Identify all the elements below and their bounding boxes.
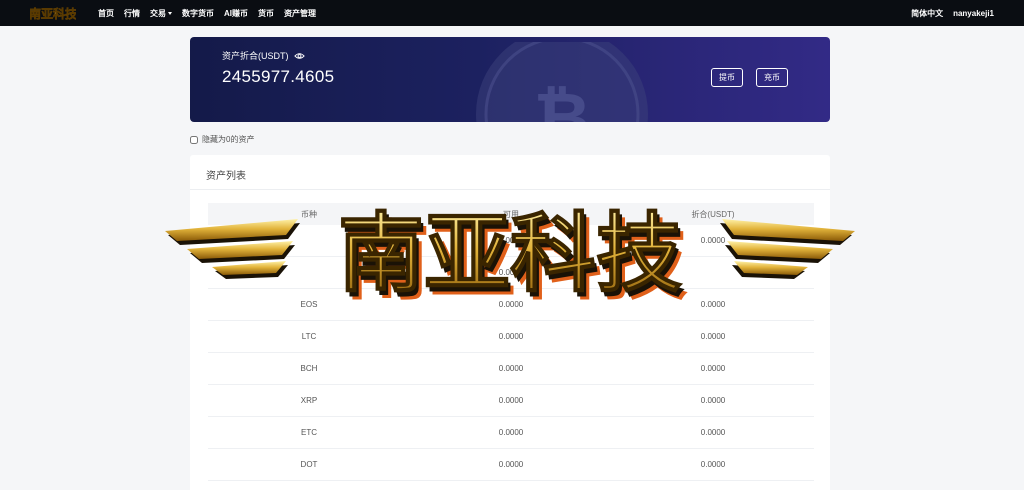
logo[interactable]: 南亚科技 [30,3,76,23]
table-row: XRP 0.0000 0.0000 [208,385,814,417]
wing-left-icon [165,219,300,279]
available-cell: 0.0000 [498,364,524,373]
balance-banner: ₿ 资产折合(USDT) 2455977.4605 提币 充币 [190,37,830,122]
eye-icon[interactable] [293,52,305,60]
available-cell: 0.0000 [498,396,524,405]
available-cell: 0.0000 [498,460,524,469]
nav-currency[interactable]: 货币 [258,8,274,19]
usdt-cell: 0.0000 [700,364,726,373]
coin-cell: DOT [300,460,318,469]
balance-label-row: 资产折合(USDT) [222,49,305,62]
nav-digital-currency-label: 数字货币 [182,8,214,18]
nav-trade[interactable]: 交易 [150,8,172,19]
coin-cell: BCH [300,364,318,373]
chevron-down-icon [168,11,172,15]
top-navbar: 南亚科技 首页 行情 交易 数字货币 AI赚币 货币 资产管理 简体中文 nan… [0,0,1024,26]
nav-asset-management[interactable]: 资产管理 [284,8,316,19]
nav-market-label: 行情 [124,8,140,18]
bitcoin-coin-icon: ₿ [476,42,648,122]
user-menu[interactable]: nanyakeji1 [953,9,994,18]
balance-label: 资产折合(USDT) [222,51,289,61]
usdt-cell: 0.0000 [700,428,726,437]
watermark-text: 南亚科技 [338,204,682,304]
table-row: ETC 0.0000 0.0000 [208,417,814,449]
hide-zero-filter[interactable]: 隐藏为0的资产 [190,134,254,145]
coin-cell: XRP [300,396,318,405]
nav-home-label: 首页 [98,8,114,18]
balance-value: 2455977.4605 [222,67,335,86]
table-row: LTC 0.0000 0.0000 [208,321,814,353]
nav-right: 简体中文 nanyakeji1 [911,0,994,26]
watermark: 南亚科技 南亚科技 南亚科技 [165,203,855,305]
available-cell: 0.0000 [498,332,524,341]
language-switch[interactable]: 简体中文 [911,8,943,19]
nav-currency-label: 货币 [258,8,274,18]
usdt-cell: 0.0000 [700,396,726,405]
logo-text: 南亚科技 [30,6,76,21]
table-row: DOT 0.0000 0.0000 [208,449,814,481]
usdt-cell: 0.0000 [700,332,726,341]
nav-asset-management-label: 资产管理 [284,8,316,18]
nav-market[interactable]: 行情 [124,8,140,19]
nav-digital-currency[interactable]: 数字货币 [182,8,214,19]
svg-text:₿: ₿ [533,77,590,122]
withdraw-button[interactable]: 提币 [711,68,743,87]
wing-right-icon [720,219,855,279]
nav-ai-earn-label: AI赚币 [224,8,248,18]
divider [190,189,830,190]
coin-cell: ETC [301,428,317,437]
main-nav: 首页 行情 交易 数字货币 AI赚币 货币 资产管理 [98,0,316,26]
usdt-cell: 0.0000 [700,460,726,469]
available-cell: 0.0000 [498,428,524,437]
deposit-button[interactable]: 充币 [756,68,788,87]
nav-home[interactable]: 首页 [98,8,114,19]
coin-cell: LTC [301,332,317,341]
hide-zero-checkbox[interactable] [190,135,198,144]
table-row: BCH 0.0000 0.0000 [208,353,814,385]
hide-zero-label: 隐藏为0的资产 [202,135,255,144]
nav-ai-earn[interactable]: AI赚币 [224,8,248,19]
nav-trade-label: 交易 [150,8,166,18]
asset-list-title: 资产列表 [206,171,246,182]
